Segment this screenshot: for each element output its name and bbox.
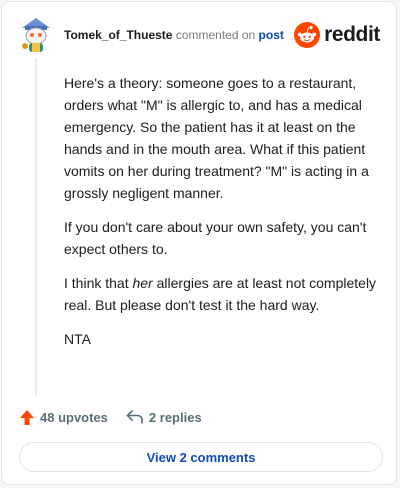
view-comments-label: View 2 comments — [146, 449, 256, 465]
comment-paragraph: I think that her allergies are at least … — [64, 272, 382, 316]
reply-button[interactable]: 2 replies — [126, 410, 202, 425]
comment-header: Tomek_of_Thueste commented on post reddi… — [18, 16, 380, 56]
comment-paragraph: If you don't care about your own safety,… — [64, 219, 367, 257]
username[interactable]: Tomek_of_Thueste — [64, 28, 172, 42]
comment-actions: 48 upvotes 2 replies — [19, 407, 220, 427]
reply-arrow-icon — [126, 410, 143, 424]
byline-verb: commented on — [175, 28, 256, 42]
avatar[interactable] — [18, 16, 54, 56]
reddit-alien-icon — [294, 22, 321, 48]
thread-line — [35, 58, 37, 395]
post-link[interactable]: post — [259, 28, 284, 42]
byline: Tomek_of_Thueste commented on post — [64, 28, 284, 42]
reddit-wordmark: reddit — [324, 23, 380, 46]
reddit-logo[interactable]: reddit — [294, 22, 380, 48]
upvote-arrow-icon — [20, 409, 34, 425]
comment-paragraph: Here's a theory: someone goes to a resta… — [64, 75, 369, 201]
reply-count: 2 replies — [148, 409, 202, 425]
comment-paragraph: NTA — [64, 331, 91, 347]
view-comments-button[interactable]: View 2 comments — [19, 442, 383, 472]
paragraph-text-before: I think that — [64, 275, 133, 291]
paragraph-italic-text: her — [132, 275, 153, 291]
snoo-avatar-icon — [22, 18, 50, 52]
upvote-count: 48 upvotes — [40, 409, 108, 425]
upvote-button[interactable]: 48 upvotes — [19, 409, 108, 426]
comment-body: Here's a theory: someone goes to a resta… — [64, 72, 382, 362]
comment-card: Tomek_of_Thueste commented on post reddi… — [1, 1, 397, 485]
